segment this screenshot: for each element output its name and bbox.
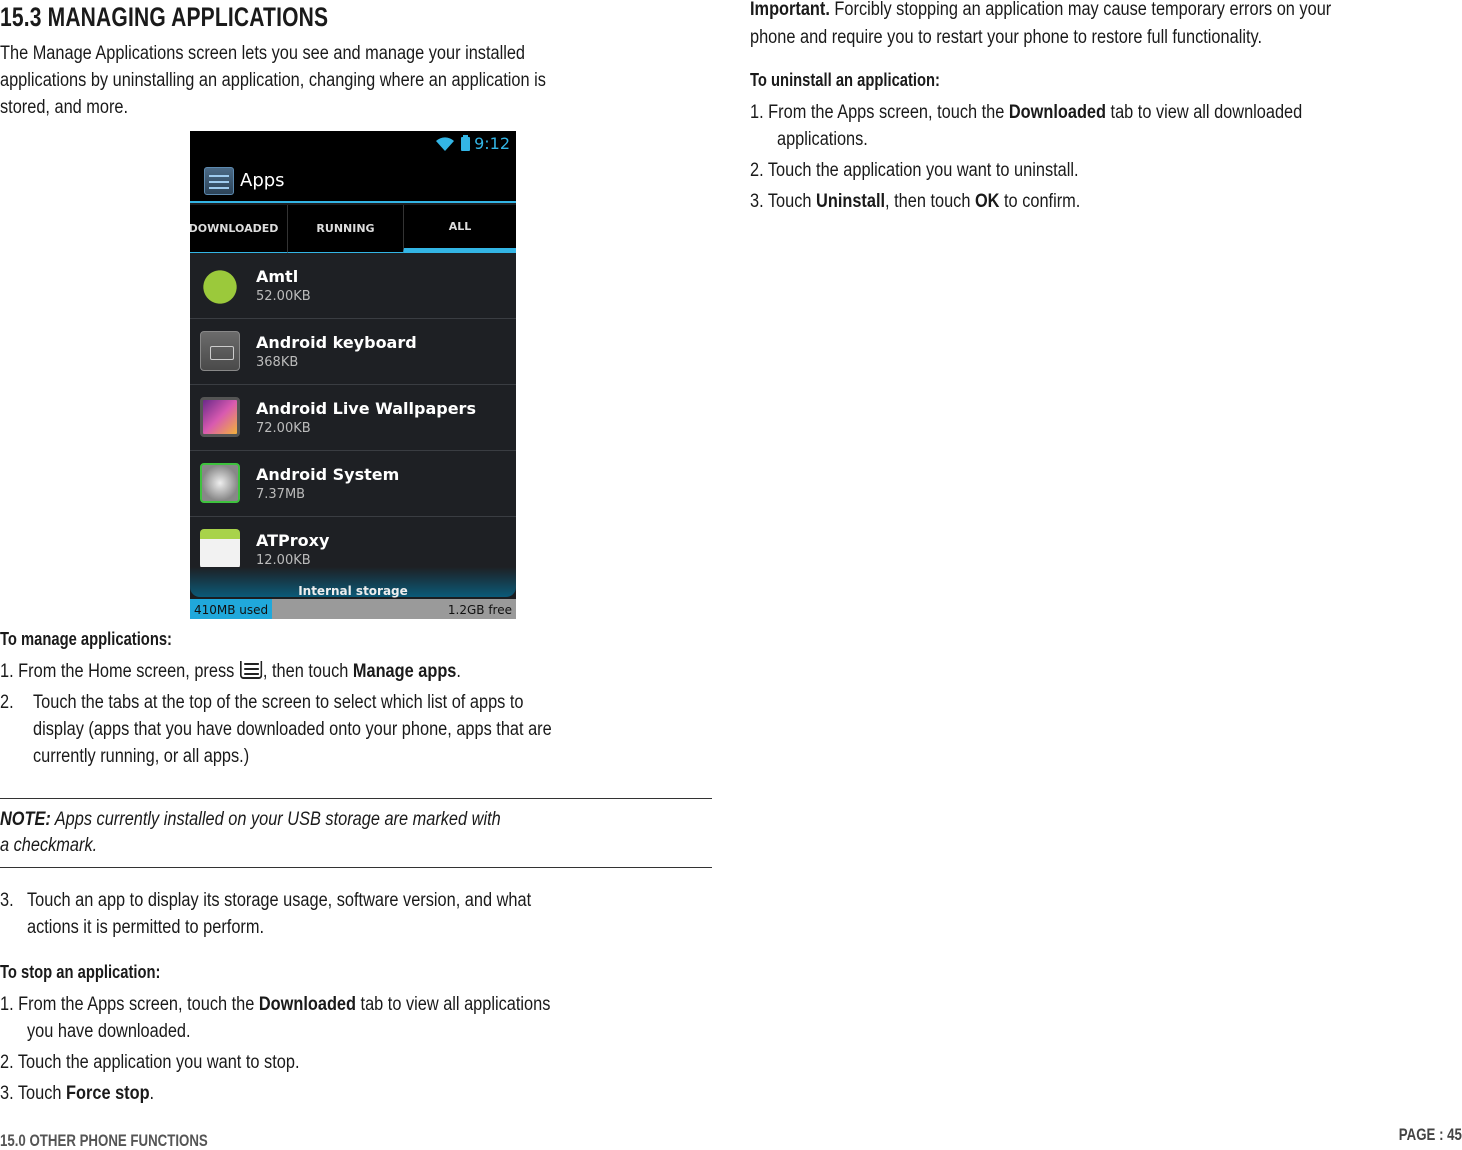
uninstall-step-3: 3. Touch Uninstall, then touch OK to con… — [750, 191, 1081, 212]
storage-indicator: Internal storage 410MB used 1.2GB free — [190, 567, 516, 619]
battery-charging-icon — [461, 135, 470, 151]
app-size: 52.00KB — [256, 289, 311, 304]
uninstall-step-2: 2. Touch the application you want to uni… — [750, 160, 1079, 181]
menu-button-icon — [239, 661, 263, 679]
atproxy-icon — [200, 529, 240, 569]
intro-line-3: stored, and more. — [0, 97, 129, 118]
app-row-amtl[interactable]: Amtl 52.00KB — [190, 253, 516, 319]
footer-page-number: PAGE : 45 — [1398, 1125, 1462, 1144]
app-name: Android keyboard — [256, 333, 417, 352]
note-label: NOTE: — [0, 809, 51, 830]
manage-step-3-line-2: actions it is permitted to perform. — [27, 917, 265, 938]
app-row-android-system[interactable]: Android System 7.37MB — [190, 451, 516, 517]
stop-step-1-line-2: you have downloaded. — [27, 1021, 191, 1042]
tab-downloaded[interactable]: DOWNLOADED — [190, 205, 287, 253]
settings-sliders-icon — [204, 167, 234, 195]
important-label: Important. — [750, 0, 830, 20]
note-divider-bottom — [0, 867, 712, 868]
stop-step-1: 1. From the Apps screen, touch the Downl… — [0, 994, 551, 1015]
important-line-2: phone and require you to restart your ph… — [750, 27, 1262, 48]
app-name: Android System — [256, 465, 400, 484]
manage-step-3-line-1: Touch an app to display its storage usag… — [27, 890, 532, 911]
action-bar: Apps — [190, 157, 516, 203]
storage-label: Internal storage — [298, 584, 408, 598]
keyboard-icon — [200, 331, 240, 371]
app-size: 368KB — [256, 355, 299, 370]
note-line-2: a checkmark. — [0, 835, 98, 856]
stop-step-3: 3. Touch Force stop. — [0, 1083, 155, 1104]
tab-running[interactable]: RUNNING — [287, 205, 403, 253]
app-name: ATProxy — [256, 531, 330, 550]
app-size: 7.37MB — [256, 487, 306, 502]
app-list: Amtl 52.00KB Android keyboard 368KB Andr… — [190, 253, 516, 583]
wifi-icon — [436, 137, 454, 151]
app-name: Android Live Wallpapers — [256, 399, 476, 418]
status-bar: 9:12 — [190, 131, 516, 157]
tab-bar: DOWNLOADED RUNNING ALL — [190, 205, 516, 253]
apps-screenshot: 9:12 Apps DOWNLOADED RUNNING ALL Amtl 52… — [190, 131, 516, 619]
storage-used-text: 410MB used — [194, 603, 269, 617]
footer-chapter: 15.0 OTHER PHONE FUNCTIONS — [0, 1131, 208, 1150]
intro-line-2: applications by uninstalling an applicat… — [0, 70, 546, 91]
app-size: 12.00KB — [256, 553, 311, 568]
manage-step-2-line-1: Touch the tabs at the top of the screen … — [33, 692, 524, 713]
app-size: 72.00KB — [256, 421, 311, 436]
manage-step-2-line-3: currently running, or all apps.) — [33, 746, 250, 767]
storage-free-text: 1.2GB free — [447, 603, 512, 617]
section-title: 15.3 MANAGING APPLICATIONS — [0, 2, 329, 32]
app-row-android-keyboard[interactable]: Android keyboard 368KB — [190, 319, 516, 385]
stop-heading: To stop an application: — [0, 962, 161, 982]
android-robot-icon — [200, 265, 240, 305]
manage-step-1: 1. From the Home screen, press , then to… — [0, 661, 461, 682]
app-row-android-live-wallpapers[interactable]: Android Live Wallpapers 72.00KB — [190, 385, 516, 451]
tab-all[interactable]: ALL — [403, 205, 516, 253]
manage-step-3-num: 3. — [0, 890, 14, 911]
important-line-1: Important. Forcibly stopping an applicat… — [750, 0, 1332, 20]
intro-line-1: The Manage Applications screen lets you … — [0, 43, 526, 64]
uninstall-heading: To uninstall an application: — [750, 70, 940, 90]
wallpaper-icon — [200, 397, 240, 437]
manage-step-2-num: 2. — [0, 692, 14, 713]
note-divider-top — [0, 798, 712, 799]
uninstall-step-1: 1. From the Apps screen, touch the Downl… — [750, 102, 1303, 123]
app-name: Amtl — [256, 267, 299, 286]
uninstall-step-1-line-2: applications. — [777, 129, 868, 150]
manage-heading: To manage applications: — [0, 629, 172, 649]
action-bar-title: Apps — [240, 170, 285, 191]
manage-step-2-line-2: display (apps that you have downloaded o… — [33, 719, 552, 740]
note-line-1: NOTE: Apps currently installed on your U… — [0, 809, 501, 830]
system-icon — [200, 463, 240, 503]
stop-step-2: 2. Touch the application you want to sto… — [0, 1052, 300, 1073]
status-time: 9:12 — [474, 134, 510, 153]
